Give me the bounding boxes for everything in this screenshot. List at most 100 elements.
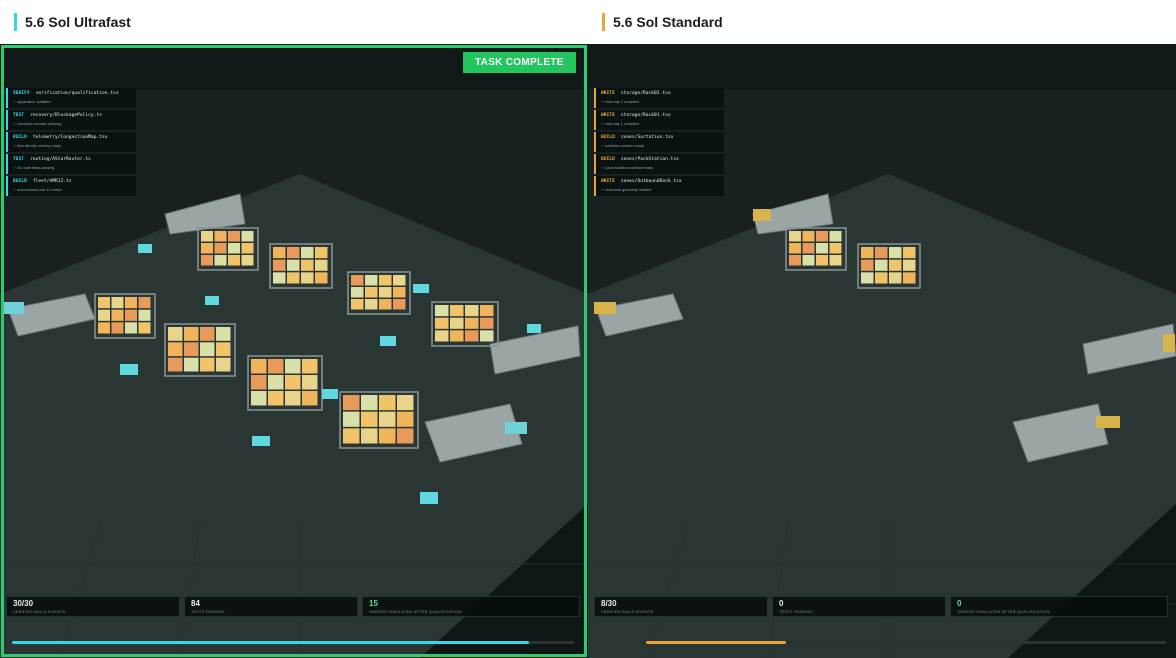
log-entry: WRITE zones/OutboundDock.tsx ✓ outbound g…	[594, 176, 724, 196]
rack-box	[216, 357, 231, 372]
rack-box	[393, 275, 406, 286]
rack-box	[216, 327, 231, 341]
rack-box	[285, 375, 301, 390]
rack-box	[435, 330, 449, 342]
rack-box	[273, 272, 286, 284]
rack-box	[903, 259, 916, 271]
log-entry: TEST recovery/BlockagePolicy.ts ✓ recover…	[6, 110, 136, 130]
rack-box	[875, 247, 888, 259]
stat-value: 84	[191, 599, 200, 608]
log-detail: ✓ application qualified	[13, 100, 51, 104]
log-file: routing/AStarRouter.ts	[30, 157, 91, 162]
rack-box	[268, 375, 284, 390]
rack-box	[861, 247, 874, 259]
rack-box	[450, 305, 464, 317]
rack-box	[365, 287, 378, 298]
rack-box	[241, 255, 254, 266]
rack-box	[397, 395, 414, 411]
stat-orders-simulated: 0 ORDERS SIMULATED AFTER QUALIFICATION	[950, 596, 1168, 617]
rack-box	[251, 359, 267, 374]
rack-box	[435, 305, 449, 317]
rack-box	[184, 342, 199, 357]
stat-label: TESTS PASSING	[191, 610, 225, 614]
rack-box	[285, 391, 301, 406]
log-detail: ✓ flow density overlay ready	[13, 144, 61, 148]
rack-box	[214, 231, 227, 242]
rack-box	[301, 247, 314, 259]
log-tag: WRITE	[601, 91, 615, 96]
log-entry: TEST routing/AStarRouter.ts ✓ 84 route te…	[6, 154, 136, 174]
rack-box	[287, 259, 300, 271]
rack-box	[200, 357, 215, 372]
rack-box	[397, 428, 414, 444]
log-detail: ✓ autonomous unit 12 online	[13, 188, 62, 192]
rack-box	[816, 231, 828, 242]
standard-accent-bar	[602, 13, 605, 31]
standard-progress-bar	[646, 641, 1166, 644]
ultrafast-stats: 30/30 VERIFIED BUILD EVENTS 84 TESTS PAS…	[6, 596, 580, 617]
log-tag: TEST	[13, 157, 25, 162]
rack-box	[816, 243, 828, 254]
rack-box	[351, 299, 364, 310]
rack-box	[875, 259, 888, 271]
rack-box	[125, 322, 137, 334]
rack-box	[903, 247, 916, 259]
rack-box	[251, 391, 267, 406]
standard-title: 5.6 Sol Standard	[613, 14, 723, 30]
log-detail: ✓ pack workflow surface ready	[601, 166, 654, 170]
stat-label: ORDERS SIMULATED AFTER QUALIFICATION	[957, 610, 1050, 614]
rack-box	[875, 272, 888, 284]
rack-box	[829, 243, 842, 254]
standard-header: 5.6 Sol Standard	[602, 0, 1162, 44]
ultrafast-progress-bar	[12, 641, 574, 644]
rack-box	[829, 255, 842, 266]
rack-box	[829, 231, 842, 242]
rack-box	[301, 259, 314, 271]
rack-box	[435, 317, 449, 329]
rack-box	[168, 342, 183, 357]
standard-stats: 8/30 VERIFIED BUILD EVENTS 0 TESTS PASSI…	[594, 596, 1168, 617]
rack-box	[302, 375, 318, 390]
log-entry: VERIFY verification/qualification.tsx ✓ a…	[6, 88, 136, 108]
log-detail: ✓ outbound geometry verified	[601, 188, 652, 192]
ultrafast-title: 5.6 Sol Ultrafast	[25, 14, 131, 30]
rack-box	[802, 255, 815, 266]
rack-box	[450, 330, 464, 342]
stat-value: 15	[369, 599, 378, 608]
rack-box	[480, 305, 494, 317]
stat-value: 8/30	[601, 599, 617, 608]
rack-box	[214, 243, 227, 254]
rack-box	[379, 287, 392, 298]
stat-label: VERIFIED BUILD EVENTS	[13, 610, 66, 614]
log-file: fleet/AMR12.ts	[32, 179, 72, 184]
rack-box	[393, 287, 406, 298]
log-tag: BUILD	[13, 135, 27, 140]
rack-box	[802, 243, 815, 254]
rack-box	[111, 297, 124, 309]
rack-box	[228, 243, 240, 254]
log-tag: VERIFY	[13, 91, 30, 96]
rack-box	[351, 287, 364, 298]
rack-box	[98, 322, 110, 334]
rack-box	[315, 272, 328, 284]
rack-box	[361, 411, 378, 427]
rack-box	[816, 255, 828, 266]
log-file: storage/Rack01.tsx	[620, 113, 671, 118]
rack-box	[168, 327, 183, 341]
rack-box	[214, 255, 227, 266]
stat-tests-passing: 84 TESTS PASSING	[184, 596, 358, 617]
rack-box	[216, 342, 231, 357]
rack-box	[228, 231, 240, 242]
rack-box	[789, 231, 801, 242]
log-entry: WRITE storage/Rack01.tsx ✓ rack bay 1 com…	[594, 110, 724, 130]
rack-box	[138, 297, 151, 309]
standard-panel: WRITE storage/Rack02.tsx ✓ rack bay 2 com…	[588, 44, 1176, 658]
rack-box	[889, 272, 902, 284]
rack-box	[343, 411, 360, 427]
rack-box	[903, 272, 916, 284]
stat-label: VERIFIED BUILD EVENTS	[601, 610, 654, 614]
ultrafast-header: 5.6 Sol Ultrafast	[14, 0, 574, 44]
rack-box	[802, 231, 815, 242]
rack-box	[268, 359, 284, 374]
log-tag: BUILD	[13, 179, 27, 184]
